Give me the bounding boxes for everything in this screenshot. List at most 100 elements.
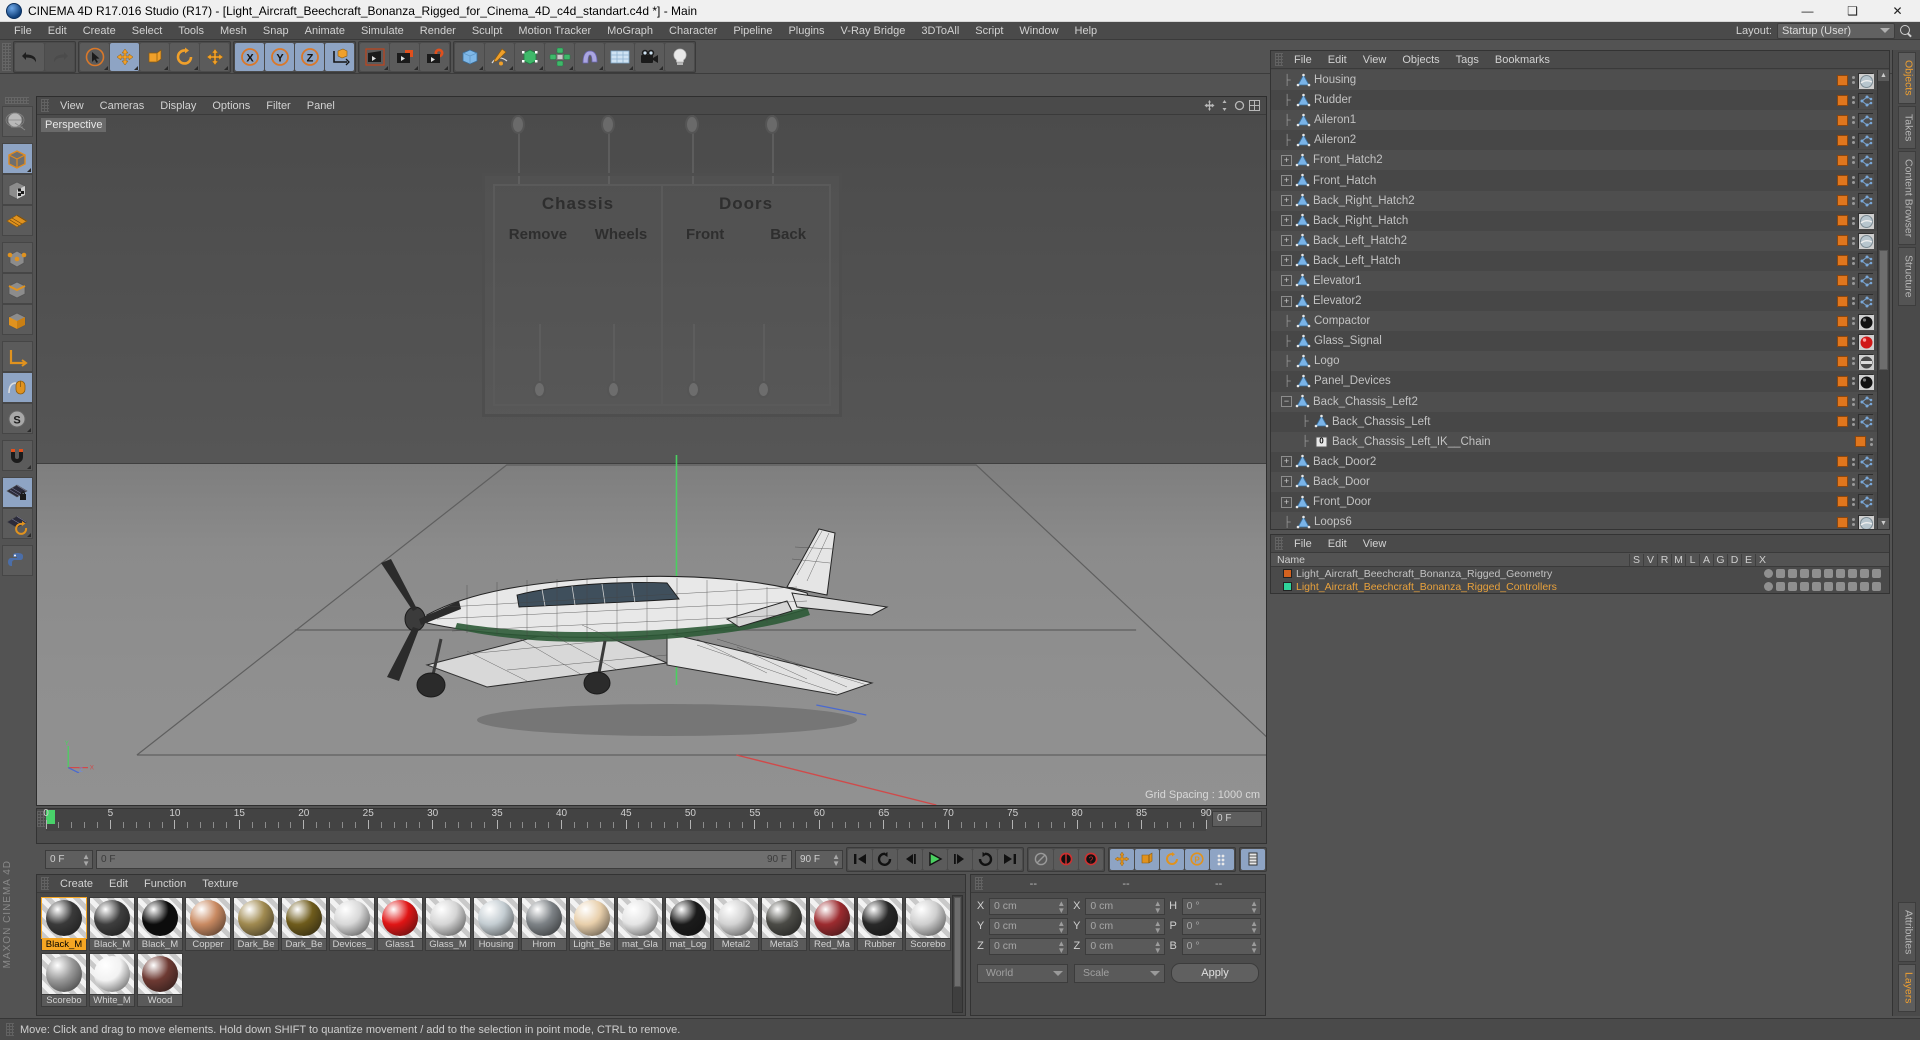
- viewport-3d[interactable]: Perspective Chassis Remove Wheels Doors …: [37, 115, 1266, 805]
- material-item[interactable]: White_M: [89, 953, 135, 1007]
- status-grip[interactable]: [6, 1023, 14, 1036]
- material-item[interactable]: Scorebo: [41, 953, 87, 1007]
- object-tree-row[interactable]: ├ Aileron1: [1271, 110, 1877, 131]
- pla-key-button[interactable]: P: [1185, 848, 1209, 870]
- material-preview[interactable]: [617, 897, 663, 939]
- visibility-dots-icon[interactable]: [1851, 256, 1855, 265]
- object-tree-row[interactable]: + Back_Left_Hatch: [1271, 250, 1877, 271]
- viewport-menu-view[interactable]: View: [52, 97, 92, 115]
- material-preview[interactable]: [761, 897, 807, 939]
- layer-color-swatch[interactable]: [1837, 355, 1848, 367]
- visibility-dots-icon[interactable]: [1851, 196, 1855, 205]
- floor-scene-button[interactable]: [605, 42, 634, 71]
- animation-toggle-icon[interactable]: [1824, 582, 1833, 591]
- object-tree-row[interactable]: + Back_Right_Hatch2: [1271, 190, 1877, 211]
- material-item[interactable]: Light_Be: [569, 897, 615, 951]
- layer-color-swatch[interactable]: [1837, 215, 1848, 227]
- apply-button[interactable]: Apply: [1171, 963, 1259, 983]
- axis-modify-button[interactable]: [1, 341, 33, 372]
- material-preview[interactable]: [41, 953, 87, 995]
- object-tag-icon[interactable]: [1858, 333, 1874, 350]
- visibility-dots-icon[interactable]: [1851, 297, 1855, 306]
- material-preview[interactable]: [569, 897, 615, 939]
- expand-icon[interactable]: +: [1281, 195, 1292, 207]
- object-tree-row[interactable]: ├ Back_Chassis_Left: [1271, 411, 1877, 432]
- object-tag-icon[interactable]: [1858, 474, 1874, 491]
- viewport-menu-display[interactable]: Display: [152, 97, 204, 115]
- rotation-key-button[interactable]: [1160, 848, 1184, 870]
- layout-dropdown[interactable]: Startup (User): [1777, 22, 1895, 39]
- step-forward-button[interactable]: [948, 848, 972, 870]
- material-menu-create[interactable]: Create: [52, 875, 101, 893]
- generator-toggle-icon[interactable]: [1836, 582, 1845, 591]
- rail-tab-content-browser[interactable]: Content Browser: [1897, 151, 1916, 246]
- material-preview[interactable]: [137, 897, 183, 939]
- menu-select[interactable]: Select: [124, 22, 171, 40]
- step-back-button[interactable]: [898, 848, 922, 870]
- object-tree-row[interactable]: + Back_Right_Hatch: [1271, 210, 1877, 231]
- close-button[interactable]: ✕: [1875, 0, 1920, 22]
- layer-row[interactable]: Light_Aircraft_Beechcraft_Bonanza_Rigged…: [1271, 567, 1889, 580]
- object-menu-view[interactable]: View: [1355, 51, 1395, 69]
- layer-grip[interactable]: [1275, 537, 1283, 550]
- solo-toggle-icon[interactable]: [1764, 569, 1773, 578]
- layer-color-swatch[interactable]: [1837, 154, 1848, 166]
- viewport-menu-cameras[interactable]: Cameras: [92, 97, 153, 115]
- model-mode-button[interactable]: [1, 143, 33, 174]
- object-tag-icon[interactable]: [1858, 514, 1874, 529]
- object-tree-row[interactable]: ├ Glass_Signal: [1271, 331, 1877, 352]
- left-toolbar-grip[interactable]: [5, 97, 29, 104]
- object-tree-row[interactable]: + Back_Door2: [1271, 451, 1877, 472]
- visibility-dots-icon[interactable]: [1851, 96, 1855, 105]
- y-axis-lock-button[interactable]: Y: [265, 42, 294, 71]
- menu-create[interactable]: Create: [75, 22, 124, 40]
- light-button[interactable]: [665, 42, 694, 71]
- material-item[interactable]: Glass_M: [425, 897, 471, 951]
- rotate-tool-button[interactable]: [170, 42, 199, 71]
- material-item[interactable]: Dark_Be: [281, 897, 327, 951]
- menu-3dtoall[interactable]: 3DToAll: [913, 22, 967, 40]
- layer-color-swatch[interactable]: [1837, 516, 1848, 528]
- layer-color-swatch[interactable]: [1837, 114, 1848, 126]
- object-tree-row[interactable]: ├ Housing: [1271, 70, 1877, 91]
- spinner-icon[interactable]: ▲ ▼: [1154, 939, 1162, 954]
- object-menu-edit[interactable]: Edit: [1320, 51, 1355, 69]
- lock-toggle-icon[interactable]: [1812, 582, 1821, 591]
- visibility-dots-icon[interactable]: [1851, 518, 1855, 527]
- viewport-menu-panel[interactable]: Panel: [299, 97, 343, 115]
- maximize-button[interactable]: ❑: [1830, 0, 1875, 22]
- layer-menu-view[interactable]: View: [1355, 535, 1395, 553]
- material-preview[interactable]: [665, 897, 711, 939]
- coordinate-system-dropdown[interactable]: World: [977, 963, 1068, 983]
- material-item[interactable]: Dark_Be: [233, 897, 279, 951]
- material-item[interactable]: Copper: [185, 897, 231, 951]
- object-scrollbar[interactable]: ▲ ▼: [1877, 70, 1889, 529]
- autokey-toggle-button[interactable]: [1029, 848, 1053, 870]
- search-icon[interactable]: [1900, 24, 1914, 38]
- spinner-icon[interactable]: ▲ ▼: [1057, 899, 1065, 914]
- object-tag-icon[interactable]: [1858, 213, 1874, 230]
- material-preview[interactable]: [233, 897, 279, 939]
- menu-motion-tracker[interactable]: Motion Tracker: [510, 22, 599, 40]
- coord-position-field[interactable]: 0 cm ▲ ▼: [989, 917, 1069, 935]
- object-tag-icon[interactable]: [1858, 72, 1874, 89]
- toolbar-grip[interactable]: [2, 42, 11, 71]
- material-preview[interactable]: [521, 897, 567, 939]
- object-tag-icon[interactable]: [1858, 373, 1874, 390]
- layer-color-swatch[interactable]: [1855, 436, 1866, 448]
- object-tree[interactable]: ├ Housing ├ Rudder ├ Aileron1 ├ Aileron2 + Front_…: [1271, 70, 1877, 529]
- menu-help[interactable]: Help: [1067, 22, 1106, 40]
- object-tag-icon[interactable]: [1858, 394, 1874, 410]
- edge-mode-button[interactable]: [1, 273, 33, 304]
- layer-color-swatch[interactable]: [1837, 416, 1848, 428]
- timeline-view-button[interactable]: [1241, 848, 1265, 870]
- layer-color-swatch[interactable]: [1837, 496, 1848, 508]
- camera-button[interactable]: [635, 42, 664, 71]
- menu-tools[interactable]: Tools: [170, 22, 212, 40]
- spinner-icon[interactable]: ▲ ▼: [1154, 919, 1162, 934]
- material-item[interactable]: Wood: [137, 953, 183, 1007]
- expand-icon[interactable]: +: [1281, 496, 1292, 508]
- layer-color-swatch[interactable]: [1837, 74, 1848, 86]
- menu-edit[interactable]: Edit: [40, 22, 75, 40]
- rail-tab-structure[interactable]: Structure: [1897, 247, 1916, 306]
